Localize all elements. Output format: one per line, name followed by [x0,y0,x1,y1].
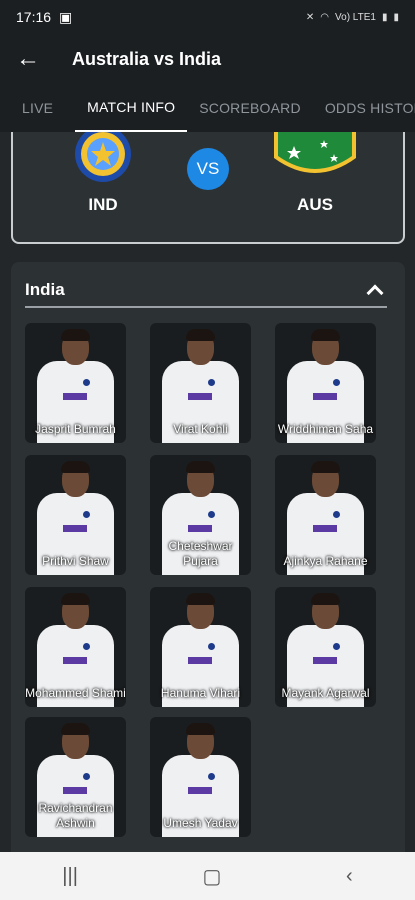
player-card[interactable]: Umesh Yadav [150,717,251,837]
player-card[interactable]: Hanuma Vihari [150,587,251,707]
signal-icon: ▮ [381,11,388,23]
player-card[interactable]: Ravichandran Ashwin [25,717,126,837]
chevron-up-icon[interactable] [366,284,384,302]
tab-live[interactable]: LIVE [0,84,75,132]
player-hair [186,593,215,605]
sponsor-logo [313,657,337,664]
player-name: Jasprit Bumrah [35,422,116,436]
page-title: Australia vs India [72,48,222,69]
team-ind-name: IND [88,195,118,214]
player-hair [61,593,90,605]
player-hair [61,723,90,735]
content-area[interactable]: IND VS AUS India Jasprit Bumrah Virat Koh… [0,132,415,852]
player-hair [186,329,215,341]
player-name: Mayank Agarwal [281,686,370,700]
bcci-crest-icon [83,773,90,780]
player-hair [61,329,90,341]
bcci-crest-icon [208,643,215,650]
squad-header[interactable]: India [25,274,387,308]
tab-match-info[interactable]: MATCH INFO [75,84,188,132]
bcci-crest-icon [333,643,340,650]
team-ind: IND [53,132,153,215]
system-nav-bar: ||| ▢ ‹ [0,852,415,900]
player-card[interactable]: Wriddhiman Saha [275,323,376,443]
player-card[interactable]: Virat Kohli [150,323,251,443]
player-name: Mohammed Shami [25,686,126,700]
player-name: Virat Kohli [173,422,228,436]
bcci-crest-icon [83,511,90,518]
player-card[interactable]: Prithvi Shaw [25,455,126,575]
player-hair [311,461,340,473]
sponsor-logo [63,657,87,664]
bcci-crest-icon [83,643,90,650]
bcci-crest-icon [83,379,90,386]
bcci-crest-icon [208,773,215,780]
network-label: Vo) LTE1 [335,11,376,23]
home-icon[interactable]: ▢ [203,864,222,889]
status-time: 17:16 [16,9,52,25]
status-icons: ✕ ◠ Vo) LTE1 ▮ ▮ [306,12,399,23]
bcci-crest-icon [208,511,215,518]
sponsor-logo [313,393,337,400]
sponsor-logo [188,657,212,664]
tab-odds-history[interactable]: ODDS HISTORY [313,84,415,132]
bcci-crest-icon [208,379,215,386]
player-hair [311,329,340,341]
sponsor-logo [313,525,337,532]
player-card[interactable]: Mayank Agarwal [275,587,376,707]
player-card[interactable]: Cheteshwar Pujara [150,455,251,575]
app-bar: ← Australia vs India [0,34,415,84]
player-card[interactable]: Ajinkya Rahane [275,455,376,575]
team-aus-name: AUS [297,195,333,214]
player-name: Umesh Yadav [163,816,238,830]
team-aus: AUS [265,132,365,215]
cricket-australia-logo-icon [274,132,356,173]
player-hair [61,461,90,473]
player-name: Cheteshwar Pujara [168,539,233,568]
wifi-icon: ◠ [320,11,330,23]
sponsor-logo [63,787,87,794]
sponsor-logo [63,525,87,532]
back-arrow-icon[interactable]: ← [0,34,56,84]
player-card[interactable]: Jasprit Bumrah [25,323,126,443]
bcci-crest-icon [333,511,340,518]
player-hair [186,723,215,735]
tab-scoreboard[interactable]: SCOREBOARD [187,84,313,132]
player-name: Wriddhiman Saha [277,422,374,436]
player-name: Ajinkya Rahane [283,554,368,568]
sponsor-logo [188,393,212,400]
battery-icon: ▮ [393,11,399,23]
mute-icon: ✕ [305,11,315,23]
recent-apps-icon[interactable]: ||| [62,865,78,888]
sponsor-logo [188,525,212,532]
tab-bar: LIVE MATCH INFO SCOREBOARD ODDS HISTORY [0,84,415,132]
match-card: IND VS AUS [11,132,405,244]
squad-title: India [25,280,65,299]
player-hair [186,461,215,473]
player-name: Prithvi Shaw [42,554,109,568]
gallery-icon: ▣ [59,8,73,25]
sponsor-logo [188,787,212,794]
bcci-crest-icon [333,379,340,386]
player-name: Hanuma Vihari [160,686,241,700]
squad-section: India Jasprit Bumrah Virat Kohli Wriddhima… [11,262,405,852]
sponsor-logo [63,393,87,400]
bcci-logo-icon [75,132,131,182]
back-icon[interactable]: ‹ [346,865,353,888]
vs-badge: VS [187,148,229,190]
player-name: Ravichandran Ashwin [38,801,113,830]
status-bar: 17:16 ▣ ✕ ◠ Vo) LTE1 ▮ ▮ [0,0,415,34]
player-hair [311,593,340,605]
player-card[interactable]: Mohammed Shami [25,587,126,707]
